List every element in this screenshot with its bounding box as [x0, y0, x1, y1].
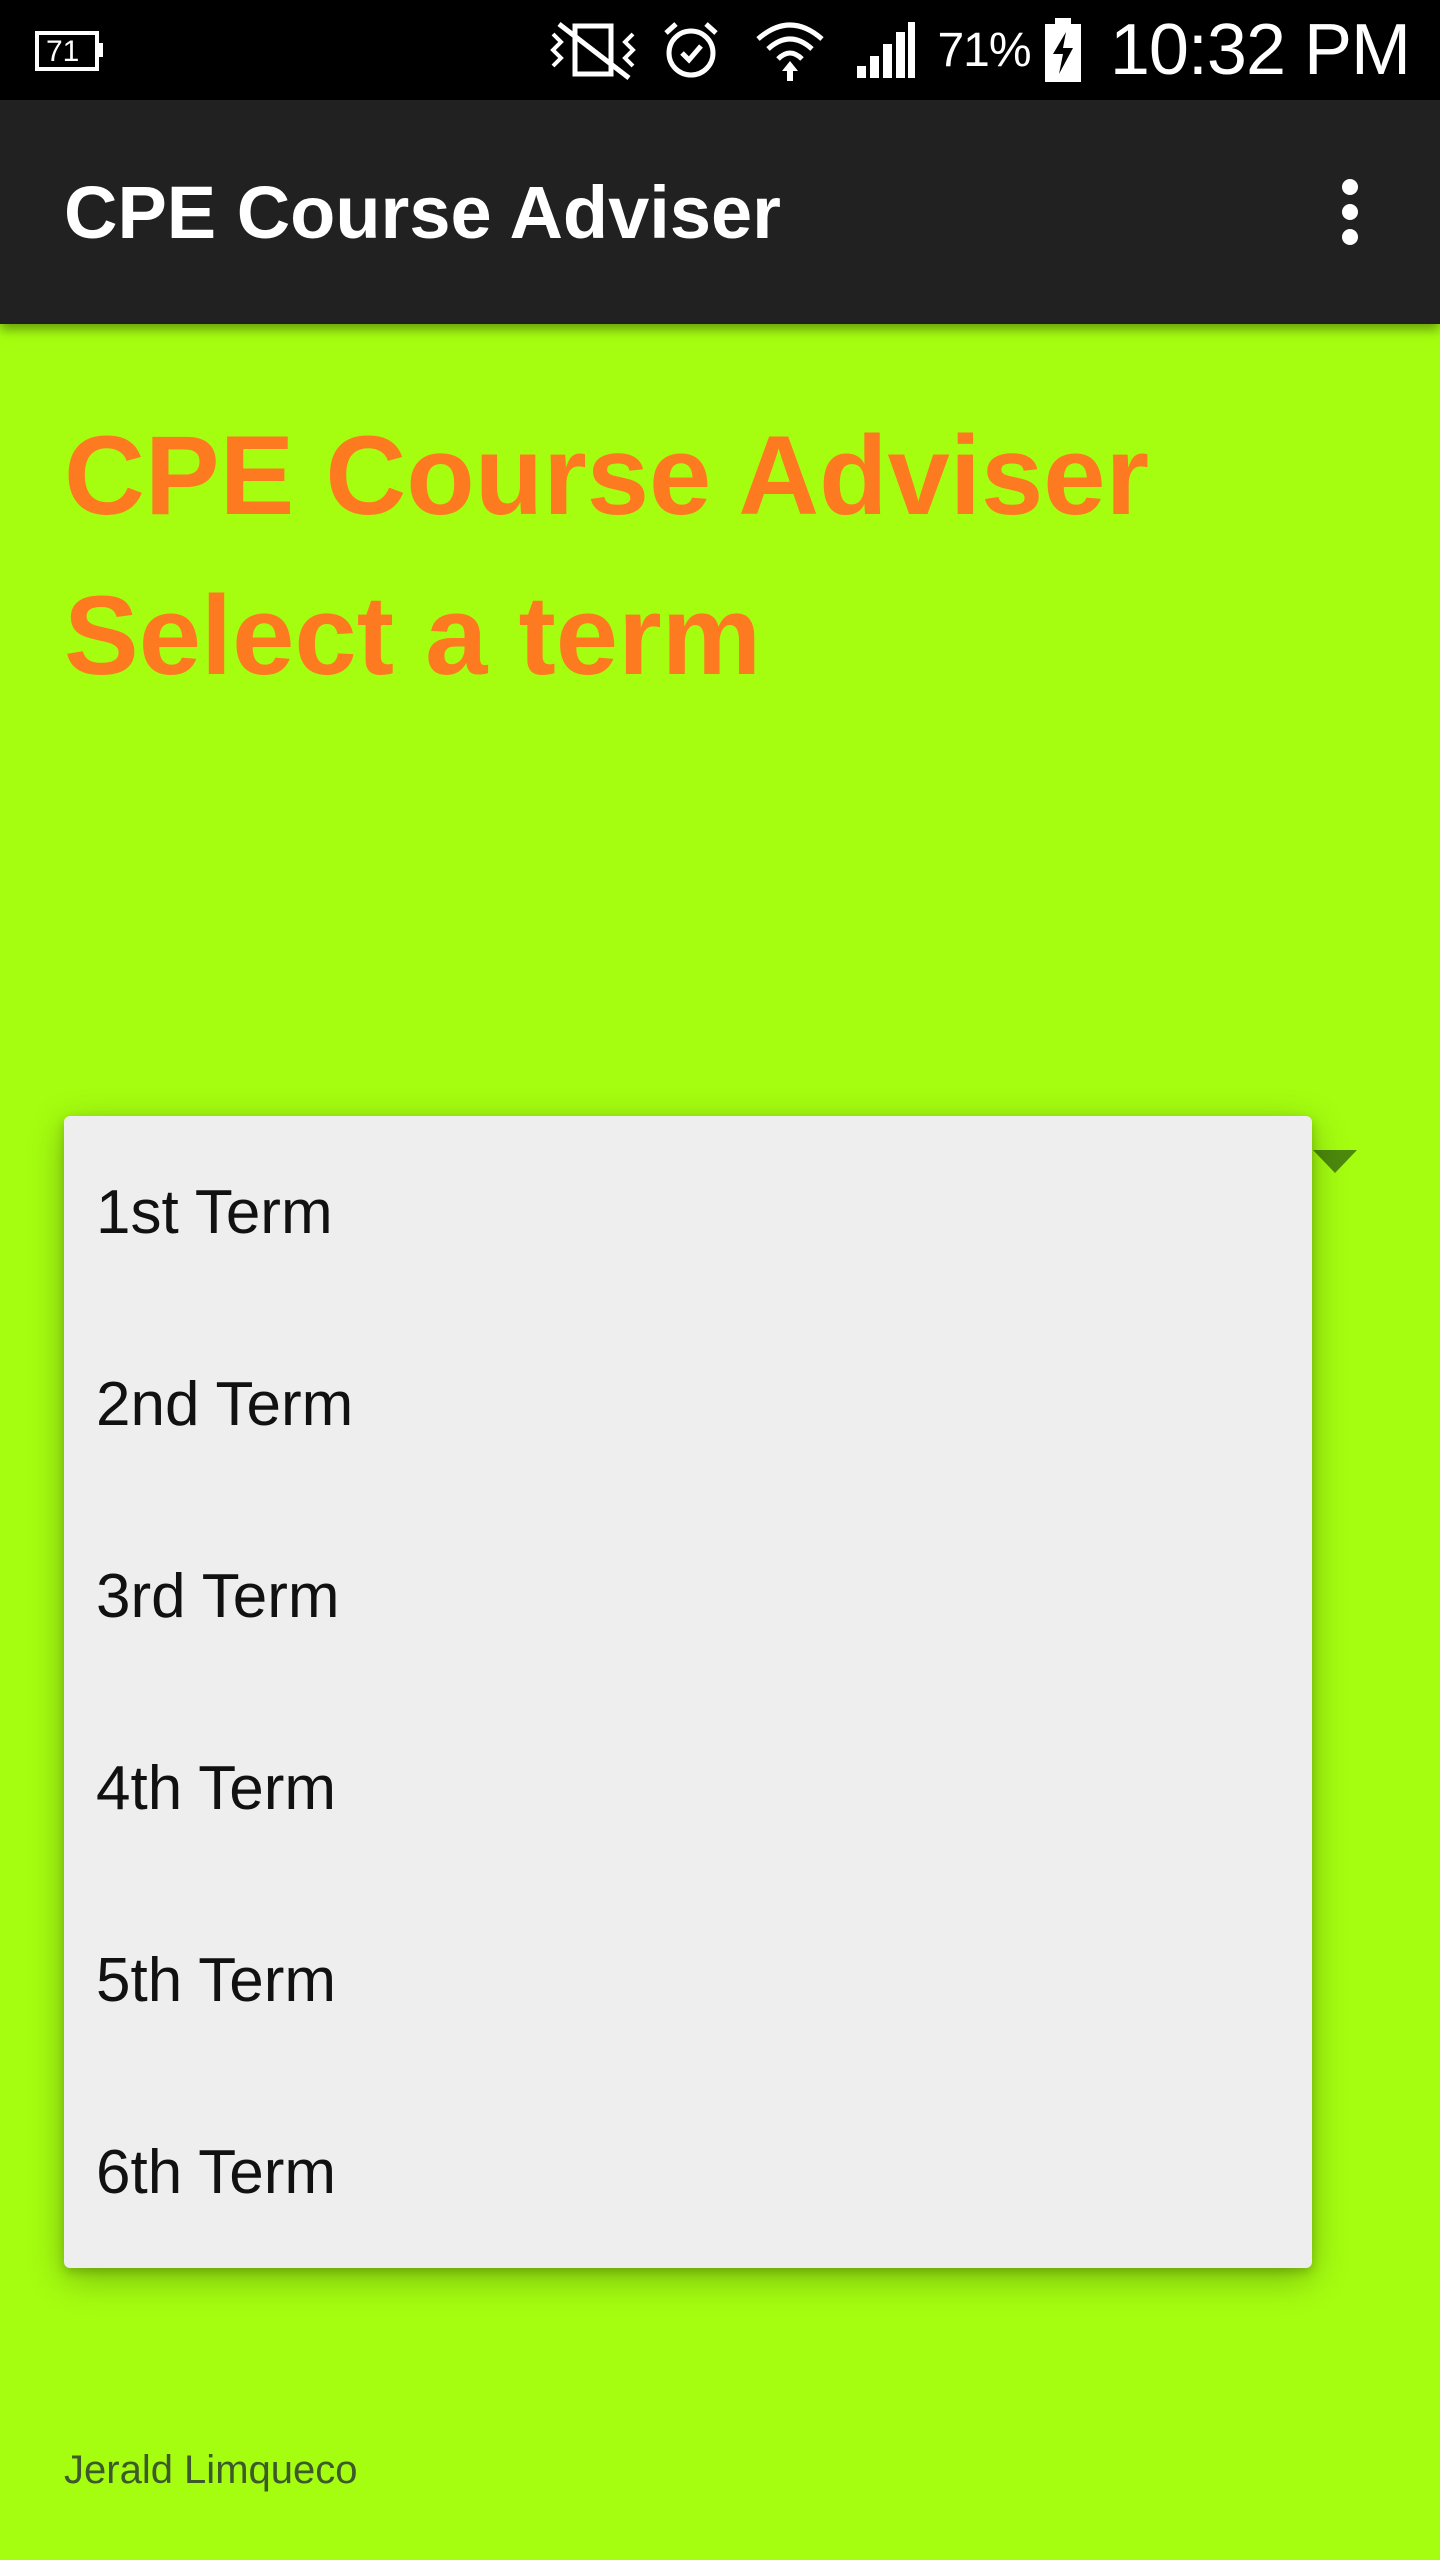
cell-signal-icon	[852, 0, 918, 100]
footer-author: Jerald Limqueco	[64, 2447, 358, 2492]
wifi-icon	[752, 0, 828, 100]
page-heading: CPE Course Adviser	[64, 413, 1150, 538]
term-dropdown-list: 1st Term 2nd Term 3rd Term 4th Term 5th …	[64, 1116, 1312, 2268]
dropdown-option-5th-term[interactable]: 5th Term	[64, 1884, 1312, 2076]
overflow-menu-button[interactable]	[1300, 162, 1400, 262]
svg-text:71: 71	[46, 35, 79, 68]
dropdown-option-6th-term[interactable]: 6th Term	[64, 2076, 1312, 2268]
dropdown-option-1st-term[interactable]: 1st Term	[64, 1116, 1312, 1308]
dropdown-option-2nd-term[interactable]: 2nd Term	[64, 1308, 1312, 1500]
battery-percent: 71%	[937, 23, 1031, 77]
status-time: 10:32 PM	[1109, 10, 1411, 90]
dropdown-option-4th-term[interactable]: 4th Term	[64, 1692, 1312, 1884]
dropdown-option-3rd-term[interactable]: 3rd Term	[64, 1500, 1312, 1692]
status-bar: 71 71% 10:32 PM	[0, 0, 1440, 100]
app-bar-title: CPE Course Adviser	[64, 170, 781, 254]
page-subheading: Select a term	[64, 573, 762, 698]
overflow-menu-icon	[1342, 179, 1358, 195]
notification-71-icon: 71	[34, 0, 106, 100]
app-bar: CPE Course Adviser	[0, 100, 1440, 324]
vibrate-icon	[545, 0, 641, 100]
alarm-icon	[658, 0, 724, 100]
spinner-dropdown-arrow-icon[interactable]	[1313, 1150, 1357, 1173]
battery-charging-icon	[1040, 0, 1086, 100]
